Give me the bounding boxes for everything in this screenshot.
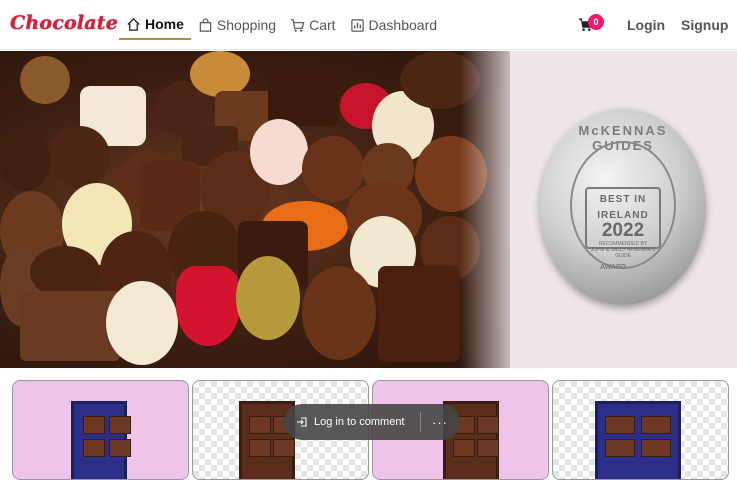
bar-segment bbox=[83, 439, 105, 457]
nav-label-shopping: Shopping bbox=[216, 17, 277, 33]
coin-award: AWARD bbox=[600, 264, 627, 271]
login-to-comment-button[interactable]: Log in to comment bbox=[284, 404, 420, 440]
bar-segment bbox=[641, 439, 671, 457]
bar-segment bbox=[477, 439, 499, 457]
bag-icon bbox=[199, 17, 212, 32]
coin-guide: GUIDE bbox=[615, 253, 631, 259]
product-card[interactable] bbox=[12, 380, 189, 480]
signup-link[interactable]: Signup bbox=[681, 17, 728, 33]
brand-logo[interactable]: Chocolate bbox=[10, 12, 118, 34]
login-link[interactable]: Login bbox=[627, 17, 665, 33]
coin-year: 2022 bbox=[601, 220, 645, 241]
cart-count-badge: 0 bbox=[588, 14, 604, 30]
coin-center-box: BEST IN IRELAND 2022 RECOMMENDED BY JOHN… bbox=[585, 187, 661, 259]
hero-banner: McKENNAS GUIDES BEST IN IRELAND 2022 REC… bbox=[0, 51, 737, 368]
product-card[interactable] bbox=[552, 380, 729, 480]
bar-segment bbox=[453, 439, 475, 457]
sign-in-icon bbox=[297, 417, 307, 427]
dashboard-icon bbox=[350, 18, 364, 32]
nav-item-cart[interactable]: Cart bbox=[283, 10, 342, 40]
comment-overlay: Log in to comment ··· bbox=[284, 404, 460, 440]
nav-label-home: Home bbox=[145, 16, 184, 32]
nav-label-cart: Cart bbox=[309, 17, 336, 33]
cart-counter[interactable]: 0 bbox=[578, 14, 604, 36]
nav-item-dashboard[interactable]: Dashboard bbox=[343, 10, 445, 40]
nav-label-dashboard: Dashboard bbox=[368, 17, 438, 33]
home-icon bbox=[127, 17, 140, 31]
bar-segment bbox=[605, 416, 635, 434]
bar-segment bbox=[249, 439, 271, 457]
bar-segment bbox=[477, 416, 499, 434]
cart-icon bbox=[291, 18, 305, 32]
more-options-button[interactable]: ··· bbox=[421, 415, 459, 430]
bar-segment bbox=[249, 416, 271, 434]
bar-segment bbox=[83, 416, 105, 434]
bar-segment bbox=[641, 416, 671, 434]
login-to-comment-label: Log in to comment bbox=[314, 416, 405, 428]
hero-fade bbox=[460, 51, 530, 368]
nav-item-shopping[interactable]: Shopping bbox=[191, 10, 283, 40]
nav-links: Home Shopping Cart Dashboard bbox=[119, 10, 444, 40]
coin-best-in: BEST IN bbox=[599, 194, 647, 205]
chocolates-image bbox=[0, 51, 510, 368]
nav-item-home[interactable]: Home bbox=[119, 10, 191, 40]
award-coin: McKENNAS GUIDES BEST IN IRELAND 2022 REC… bbox=[540, 109, 706, 305]
bar-segment bbox=[109, 416, 131, 434]
navbar: Chocolate Home Shopping Cart Dashboard 0… bbox=[0, 0, 737, 50]
bar-segment bbox=[273, 439, 295, 457]
bar-segment bbox=[605, 439, 635, 457]
bar-segment bbox=[109, 439, 131, 457]
